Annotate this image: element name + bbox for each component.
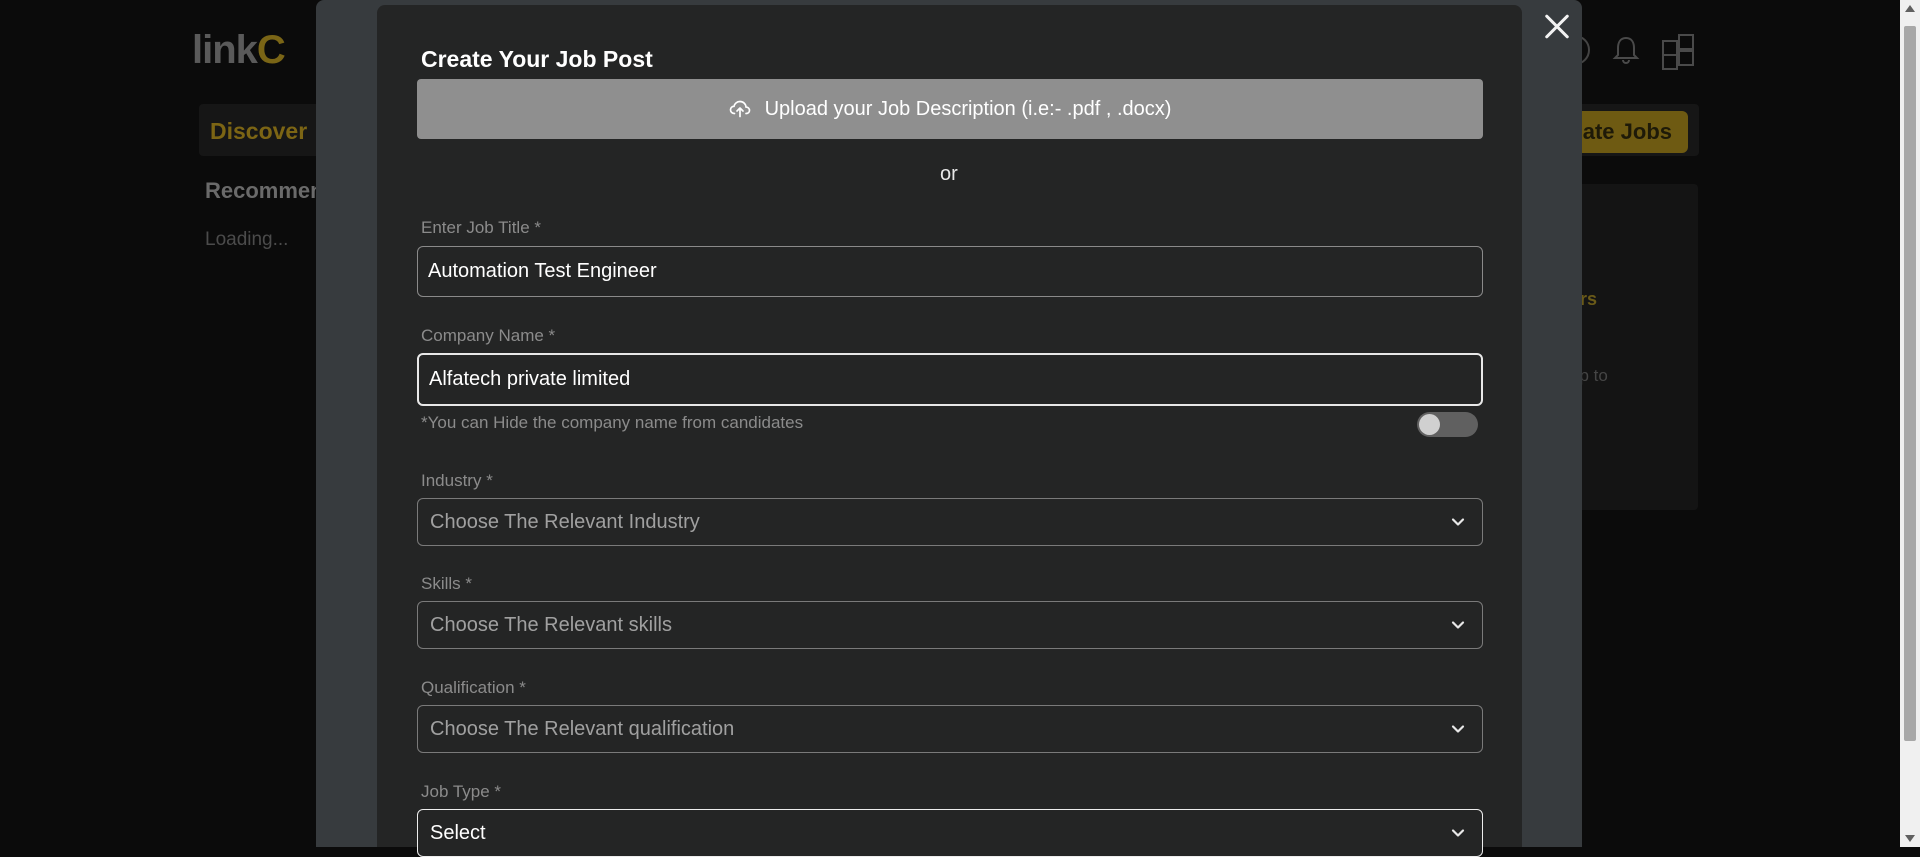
- industry-label: Industry *: [421, 471, 493, 490]
- scroll-down-arrow-icon[interactable]: [1905, 835, 1915, 842]
- chevron-down-icon: [1451, 518, 1465, 526]
- cloud-upload-icon: [729, 100, 750, 118]
- nav-discover: Discover: [210, 118, 308, 144]
- logo-accent: C: [256, 28, 286, 72]
- qualification-label: Qualification *: [421, 678, 526, 697]
- industry-select[interactable]: Choose The Relevant Industry: [417, 498, 1483, 546]
- modal-title: Create Your Job Post: [421, 46, 653, 72]
- logo: linkC: [192, 28, 286, 73]
- close-icon[interactable]: [1538, 8, 1576, 46]
- job-type-select[interactable]: Select: [417, 809, 1483, 857]
- skills-select[interactable]: Choose The Relevant skills: [417, 601, 1483, 649]
- hide-company-hint: *You can Hide the company name from cand…: [421, 413, 804, 432]
- skills-placeholder: Choose The Relevant skills: [430, 613, 672, 636]
- upload-label: Upload your Job Description (i.e:- .pdf …: [764, 97, 1172, 120]
- scroll-thumb[interactable]: [1904, 26, 1916, 741]
- chevron-down-icon: [1451, 829, 1465, 837]
- scroll-up-arrow-icon[interactable]: [1905, 5, 1915, 12]
- job-type-label: Job Type *: [421, 782, 502, 801]
- company-name-label: Company Name *: [421, 326, 556, 345]
- chevron-down-icon: [1451, 621, 1465, 629]
- qualification-placeholder: Choose The Relevant qualification: [430, 717, 735, 740]
- upload-job-description-button[interactable]: Upload your Job Description (i.e:- .pdf …: [417, 79, 1483, 139]
- apps-icon: [1662, 34, 1694, 70]
- job-title-input[interactable]: [417, 246, 1483, 297]
- skills-label: Skills *: [421, 574, 473, 593]
- toggle-knob: [1419, 414, 1440, 435]
- chevron-down-icon: [1451, 725, 1465, 733]
- page-scrollbar[interactable]: [1900, 0, 1920, 847]
- or-text: or: [940, 163, 958, 185]
- recommended-heading: Recommen: [205, 178, 324, 203]
- bell-icon: [1612, 35, 1640, 65]
- job-title-label: Enter Job Title *: [421, 218, 542, 237]
- company-name-input[interactable]: [417, 353, 1483, 406]
- qualification-select[interactable]: Choose The Relevant qualification: [417, 705, 1483, 753]
- industry-placeholder: Choose The Relevant Industry: [430, 510, 700, 533]
- loading-text: Loading...: [205, 229, 289, 250]
- hide-company-toggle[interactable]: [1417, 412, 1478, 437]
- job-type-value: Select: [430, 821, 486, 844]
- logo-text: link: [192, 28, 258, 72]
